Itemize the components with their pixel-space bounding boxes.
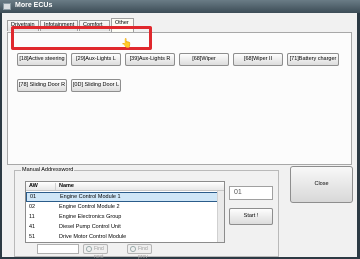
list-row[interactable]: 01 Engine Control Module 1 <box>26 192 224 202</box>
column-separator <box>55 183 56 190</box>
tab-comfort[interactable]: Comfort <box>79 20 110 31</box>
tab-infotainment[interactable]: Infotainment <box>40 20 78 31</box>
find-next-button[interactable]: Find next <box>83 244 108 259</box>
row-aw: 02 <box>29 204 36 210</box>
group-label: Manual Addressword <box>21 167 75 173</box>
ecu-button-wiper[interactable]: [68]Wiper <box>179 53 229 66</box>
ecu-button-aux-lights-r[interactable]: [39]Aux-Lights R <box>125 53 175 66</box>
tab-panel-other: [18]Active steering [29]Aux-Lights L [39… <box>7 32 352 165</box>
row-aw: 01 <box>30 194 37 200</box>
column-header-aw[interactable]: AW <box>29 183 38 189</box>
list-header: AW Name <box>26 182 224 191</box>
tab-other[interactable]: Other <box>111 18 134 32</box>
title-bar: More ECUs <box>0 0 360 13</box>
list-scrollbar[interactable] <box>217 191 224 242</box>
start-button[interactable]: Start ! <box>229 208 273 225</box>
row-aw: 41 <box>29 224 36 230</box>
ecu-button-sliding-door-l[interactable]: [0D] Sliding Door L <box>71 79 121 92</box>
row-name: Engine Electronics Group <box>59 214 122 220</box>
list-row[interactable]: 51 Drive Motor Control Module <box>26 233 224 242</box>
list-row[interactable]: 02 Engine Control Module 2 <box>26 203 224 213</box>
close-button[interactable]: Close <box>290 166 353 203</box>
search-icon <box>130 246 136 252</box>
tab-drivetrain[interactable]: Drivetrain <box>7 20 39 31</box>
row-name: Engine Control Module 1 <box>60 194 121 200</box>
more-ecus-window: More ECUs Drivetrain Infotainment Comfor… <box>0 0 360 259</box>
ecu-button-aux-lights-l[interactable]: [29]Aux-Lights L <box>71 53 121 66</box>
column-header-name[interactable]: Name <box>59 183 74 189</box>
app-icon <box>3 3 11 10</box>
find-prev-label: Find prev <box>138 246 148 259</box>
row-name: Drive Motor Control Module <box>59 234 127 240</box>
ecu-button-active-steering[interactable]: [18]Active steering <box>17 53 67 66</box>
ecu-button-sliding-door-r[interactable]: [78] Sliding Door R <box>17 79 67 92</box>
list-row[interactable]: 11 Engine Electronics Group <box>26 213 224 223</box>
row-aw: 51 <box>29 234 36 240</box>
address-input[interactable]: 01 <box>229 186 273 200</box>
window-title: More ECUs <box>15 2 53 9</box>
find-input[interactable] <box>37 244 79 254</box>
list-row[interactable]: 41 Diesel Pump Control Unit <box>26 223 224 233</box>
row-name: Engine Control Module 2 <box>59 204 120 210</box>
ecu-button-battery-charger[interactable]: [71]Battery charger <box>287 53 339 66</box>
client-area: Drivetrain Infotainment Comfort Other [1… <box>2 13 357 259</box>
row-name: Diesel Pump Control Unit <box>59 224 121 230</box>
row-aw: 11 <box>29 214 35 220</box>
search-icon <box>86 246 92 252</box>
find-next-label: Find next <box>94 246 104 259</box>
ecu-button-wiper-ii[interactable]: [68]Wiper II <box>233 53 283 66</box>
find-prev-button[interactable]: Find prev <box>127 244 152 259</box>
ecu-list[interactable]: AW Name 01 Engine Control Module 1 02 En… <box>25 181 225 243</box>
